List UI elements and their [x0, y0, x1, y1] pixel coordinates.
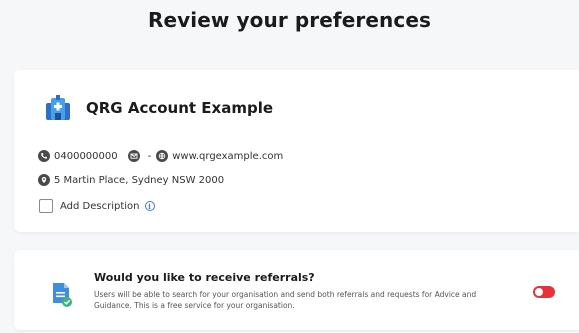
preferences-page: Review your preferences QRG Account Exam… — [0, 0, 579, 333]
add-description-row: Add Description i — [39, 199, 155, 213]
page-title: Review your preferences — [147, 8, 431, 32]
email-icon — [127, 150, 140, 162]
referrals-card: Would you like to receive referrals? Use… — [14, 250, 579, 330]
globe-icon — [156, 150, 169, 162]
address-text: 5 Martin Place, Sydney NSW 2000 — [54, 174, 225, 186]
account-header: QRG Account Example — [44, 94, 273, 122]
add-description-label[interactable]: Add Description — [60, 201, 140, 212]
toggle-knob — [535, 288, 543, 296]
org-building-icon — [46, 95, 70, 120]
account-card: QRG Account Example 0400000000 - www.qrg… — [14, 70, 579, 232]
referrals-title: Would you like to receive referrals? — [94, 271, 315, 284]
referrals-description: Users will be able to search for your or… — [94, 290, 477, 310]
account-name: QRG Account Example — [86, 99, 274, 117]
address-row: 5 Martin Place, Sydney NSW 2000 — [38, 174, 224, 186]
email-value: - — [147, 150, 152, 162]
receive-referrals-toggle[interactable] — [533, 286, 555, 298]
info-icon[interactable]: i — [144, 201, 155, 211]
document-check-icon — [53, 283, 72, 307]
phone-number: 0400000000 — [54, 150, 118, 162]
location-pin-icon — [38, 174, 50, 186]
contact-row: 0400000000 - www.qrgexample.com — [38, 150, 283, 162]
add-description-checkbox[interactable] — [39, 199, 53, 213]
website-link[interactable]: www.qrgexample.com — [172, 151, 283, 162]
phone-icon — [38, 150, 50, 162]
